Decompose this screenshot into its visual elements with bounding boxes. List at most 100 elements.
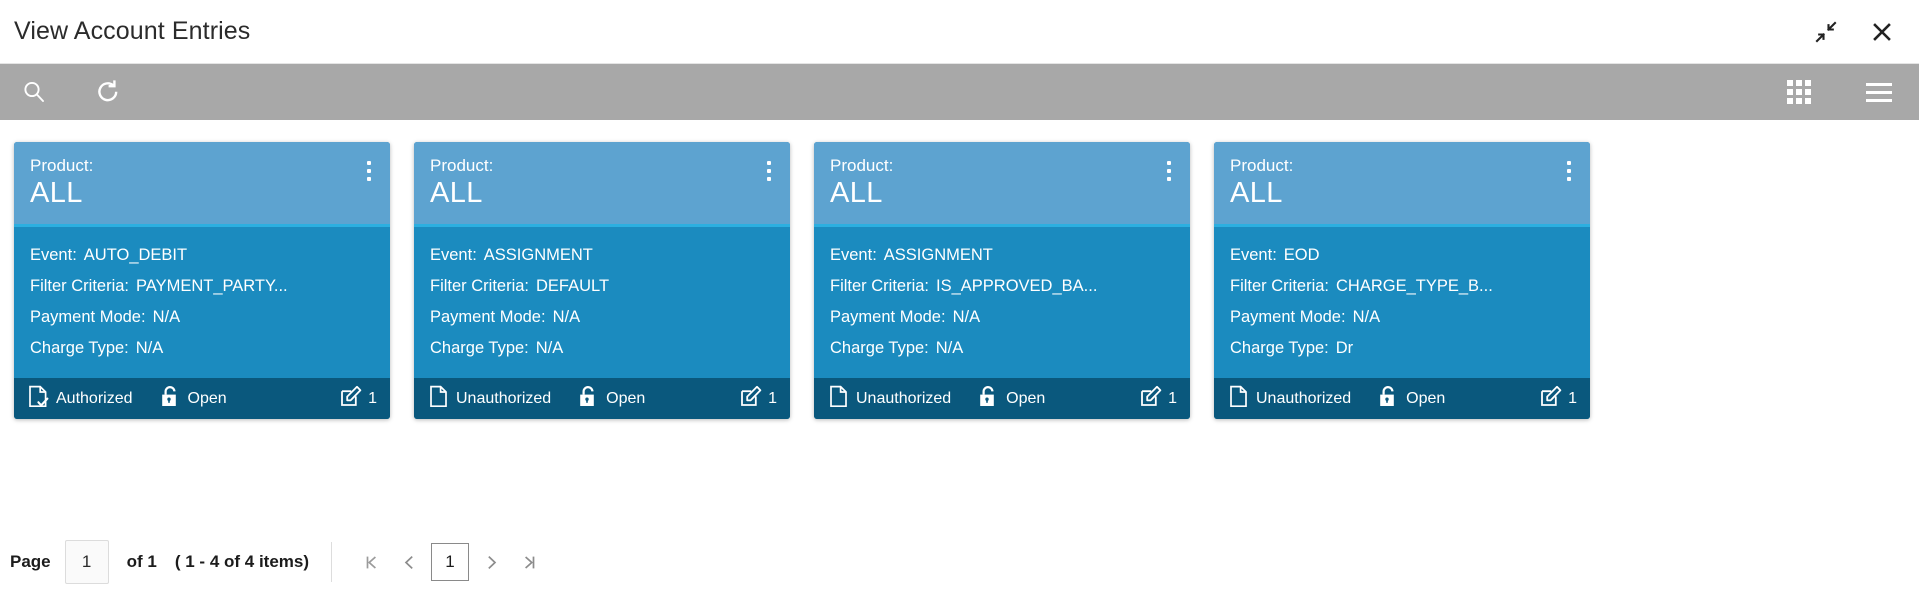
record-lock-status-label: Open xyxy=(606,389,646,407)
unlock-icon xyxy=(977,385,999,413)
authorization-status[interactable]: Authorized xyxy=(28,385,133,413)
authorization-status[interactable]: Unauthorized xyxy=(1228,385,1351,413)
card-header: Product: ALL xyxy=(1214,142,1590,227)
entry-card[interactable]: Product: ALL Event: ASSIGNMENT Filter Criter… xyxy=(814,142,1190,419)
edit-square-icon xyxy=(1540,385,1562,412)
search-icon[interactable] xyxy=(18,76,50,108)
modification-count-label: 1 xyxy=(368,389,377,407)
authorization-status[interactable]: Unauthorized xyxy=(828,385,951,413)
card-body: Event: AUTO_DEBIT Filter Criteria: PAYMENT_… xyxy=(14,227,390,378)
unlock-icon xyxy=(1377,385,1399,413)
modification-count-label: 1 xyxy=(768,389,777,407)
authorization-status-label: Unauthorized xyxy=(856,389,952,407)
document-icon xyxy=(828,385,849,413)
toolbar-right-actions xyxy=(1783,76,1895,108)
edit-square-icon xyxy=(340,385,362,412)
kebab-menu-icon[interactable] xyxy=(765,159,773,183)
card-detail-row: Payment Mode: N/A xyxy=(430,302,774,333)
pagination-page-label: Page xyxy=(10,552,51,571)
kebab-menu-icon[interactable] xyxy=(1165,159,1173,183)
record-lock-status-label: Open xyxy=(187,389,227,407)
card-header-value: ALL xyxy=(830,177,883,209)
card-detail-key: Event: xyxy=(30,246,77,264)
card-detail-key: Filter Criteria: xyxy=(830,277,930,295)
document-icon xyxy=(1228,385,1249,413)
card-detail-row: Charge Type: N/A xyxy=(430,333,774,364)
view-account-entries-window: View Account Entries Product: ALL Event:… xyxy=(0,0,1919,605)
kebab-menu-icon[interactable] xyxy=(365,159,373,183)
card-detail-row: Event: ASSIGNMENT xyxy=(830,240,1174,271)
card-detail-key: Payment Mode: xyxy=(830,308,946,326)
record-lock-status[interactable]: Open xyxy=(159,385,227,413)
modification-count[interactable]: 1 xyxy=(740,385,777,412)
last-page-icon[interactable] xyxy=(510,543,548,581)
card-detail-key: Charge Type: xyxy=(430,339,529,357)
card-detail-row: Event: EOD xyxy=(1230,240,1574,271)
record-lock-status[interactable]: Open xyxy=(577,385,645,413)
entry-card[interactable]: Product: ALL Event: EOD Filter Criteria: CHAR… xyxy=(1214,142,1590,419)
entry-card[interactable]: Product: ALL Event: AUTO_DEBIT Filter Criter… xyxy=(14,142,390,419)
card-detail-key: Event: xyxy=(430,246,477,264)
prev-page-icon[interactable] xyxy=(390,543,428,581)
unlock-icon xyxy=(159,385,181,413)
action-toolbar xyxy=(0,64,1919,120)
modification-count[interactable]: 1 xyxy=(1540,385,1577,412)
card-detail-value: N/A xyxy=(952,308,981,326)
grid-view-icon[interactable] xyxy=(1783,76,1815,108)
document-check-icon xyxy=(28,385,49,413)
card-detail-key: Payment Mode: xyxy=(1230,308,1346,326)
card-footer: Authorized Open 1 xyxy=(14,378,390,419)
record-lock-status[interactable]: Open xyxy=(977,385,1045,413)
pagination-items-count: ( 1 - 4 of 4 items) xyxy=(174,552,310,571)
card-detail-value: ASSIGNMENT xyxy=(883,246,993,264)
card-detail-row: Payment Mode: N/A xyxy=(1230,302,1574,333)
pagination-total-pages: of 1 xyxy=(126,552,157,571)
modification-count-label: 1 xyxy=(1168,389,1177,407)
kebab-menu-icon[interactable] xyxy=(1565,159,1573,183)
card-header: Product: ALL xyxy=(414,142,790,227)
card-detail-value: IS_APPROVED_BA... xyxy=(936,277,1098,295)
card-detail-value: N/A xyxy=(1352,308,1381,326)
entries-card-list: Product: ALL Event: AUTO_DEBIT Filter Criter… xyxy=(0,120,1919,519)
pagination-page-input[interactable] xyxy=(64,540,109,584)
card-detail-row: Charge Type: N/A xyxy=(830,333,1174,364)
card-detail-value: EOD xyxy=(1283,246,1320,264)
edit-square-icon xyxy=(1140,385,1162,412)
close-icon[interactable] xyxy=(1867,17,1897,47)
refresh-icon[interactable] xyxy=(92,76,124,108)
card-header-label: Product: xyxy=(830,156,894,175)
card-header-label: Product: xyxy=(30,156,94,175)
pagination-bar: Page of 1 ( 1 - 4 of 4 items) 1 xyxy=(0,519,1919,605)
unlock-icon xyxy=(577,385,599,413)
card-detail-key: Event: xyxy=(830,246,877,264)
card-body: Event: EOD Filter Criteria: CHARGE_TYPE_B..… xyxy=(1214,227,1590,378)
modification-count[interactable]: 1 xyxy=(1140,385,1177,412)
card-detail-key: Filter Criteria: xyxy=(1230,277,1330,295)
next-page-icon[interactable] xyxy=(472,543,510,581)
collapse-arrows-icon[interactable] xyxy=(1811,17,1841,47)
modification-count[interactable]: 1 xyxy=(340,385,377,412)
pagination-divider xyxy=(331,542,333,582)
card-detail-value: AUTO_DEBIT xyxy=(83,246,188,264)
page-title: View Account Entries xyxy=(14,17,251,45)
card-header: Product: ALL xyxy=(14,142,390,227)
card-detail-row: Payment Mode: N/A xyxy=(830,302,1174,333)
card-footer: Unauthorized Open 1 xyxy=(814,378,1190,419)
first-page-icon[interactable] xyxy=(352,543,390,581)
document-icon xyxy=(428,385,449,413)
card-footer: Unauthorized Open 1 xyxy=(414,378,790,419)
authorization-status-label: Unauthorized xyxy=(1256,389,1352,407)
card-body: Event: ASSIGNMENT Filter Criteria: IS_APPRO… xyxy=(814,227,1190,378)
record-lock-status[interactable]: Open xyxy=(1377,385,1445,413)
entry-card[interactable]: Product: ALL Event: ASSIGNMENT Filter Criter… xyxy=(414,142,790,419)
card-detail-row: Filter Criteria: IS_APPROVED_BA... xyxy=(830,271,1174,302)
card-detail-value: N/A xyxy=(935,339,964,357)
card-detail-value: PAYMENT_PARTY... xyxy=(136,277,288,295)
hamburger-menu-icon[interactable] xyxy=(1863,76,1895,108)
card-body: Event: ASSIGNMENT Filter Criteria: DEFAULT P… xyxy=(414,227,790,378)
card-detail-row: Payment Mode: N/A xyxy=(30,302,374,333)
card-detail-value: Dr xyxy=(1335,339,1354,357)
authorization-status[interactable]: Unauthorized xyxy=(428,385,551,413)
pagination-current-page[interactable]: 1 xyxy=(431,543,470,581)
card-detail-key: Payment Mode: xyxy=(430,308,546,326)
